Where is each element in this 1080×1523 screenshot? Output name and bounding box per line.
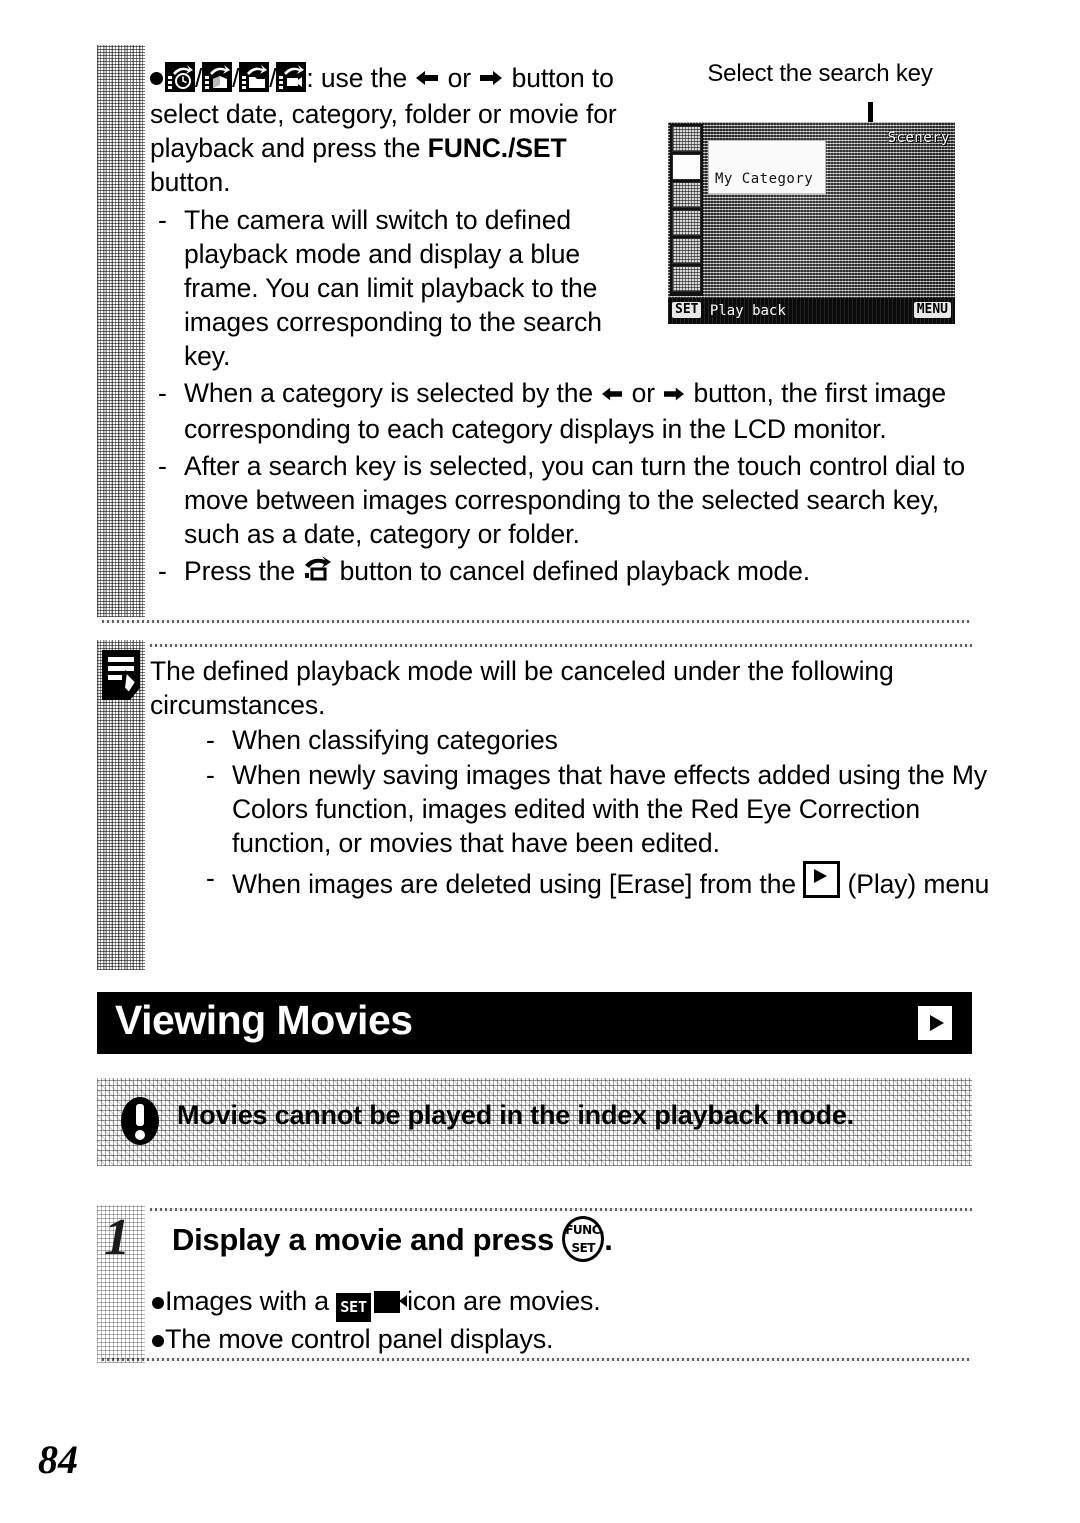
- jump-instruction-tail: button.: [150, 167, 231, 197]
- dash-marker: -: [158, 556, 167, 586]
- category-cat1-icon[interactable]: [672, 238, 701, 264]
- note-item-2: - When newly saving images that have eff…: [198, 758, 992, 860]
- dash-item-3: - After a search key is selected, you ca…: [150, 449, 999, 551]
- step-1-bullet-1-before: Images with a: [165, 1286, 329, 1316]
- separator-slash: /: [195, 63, 203, 93]
- category-scenery-icon[interactable]: [672, 182, 701, 208]
- step-number: 1: [104, 1209, 130, 1266]
- lcd-category-popup: My Category: [708, 140, 826, 194]
- lcd-menu-hint: MENU: [913, 302, 951, 319]
- dash-item-1: - The camera will switch to defined play…: [150, 203, 654, 373]
- jump-category-icon: [202, 62, 233, 92]
- note-pencil-icon: [100, 648, 142, 702]
- section-divider-1: [102, 620, 970, 623]
- margin-texture-strip-1: [97, 45, 145, 617]
- note-item-1: - When classifying categories: [198, 723, 992, 757]
- bullet-dot-icon: [152, 1297, 164, 1309]
- caution-box: Movies cannot be played in the index pla…: [97, 1078, 972, 1166]
- lcd-bottom-bar: SET Play back MENU: [668, 298, 955, 324]
- dash-item-4-text-part2: button to cancel defined playback mode.: [339, 556, 811, 586]
- bullet-dot-icon: [150, 72, 163, 85]
- step-1-heading-text: Display a movie and press: [172, 1222, 554, 1257]
- dash-marker: -: [206, 863, 215, 893]
- note-item-1-text: When classifying categories: [232, 725, 558, 755]
- right-arrow-icon: [662, 378, 686, 412]
- lcd-scenery-label: Scenery: [887, 130, 950, 146]
- jump-button-icon: [302, 556, 332, 590]
- step-1-bullet-2: The move control panel displays.: [152, 1320, 972, 1358]
- caution-text: Movies cannot be played in the index pla…: [177, 1100, 854, 1130]
- or-text: or: [447, 63, 472, 93]
- note-top-rule: [150, 644, 972, 647]
- document-page: / / /: use the or button to select date, c…: [0, 0, 1080, 1523]
- dash-marker: -: [158, 378, 167, 408]
- movie-camera-glyph: [373, 1291, 407, 1313]
- jump-movie-icon: [276, 62, 307, 92]
- or-text: or: [631, 378, 655, 408]
- func-set-term: FUNC./SET: [427, 133, 567, 163]
- jump-bullet-paragraph: / / /: use the or button to select date, c…: [150, 45, 630, 199]
- left-arrow-icon: [414, 63, 440, 97]
- step-1-bullet-1: Images with a SET icon are movies.: [152, 1282, 972, 1322]
- step1-top-rule: [150, 1208, 972, 1211]
- step-1-bullet-2-text: The move control panel displays.: [165, 1324, 554, 1354]
- dash-marker: -: [158, 205, 167, 235]
- dash-marker: -: [206, 725, 215, 755]
- lcd-set-playback-hint: SET Play back: [672, 302, 786, 319]
- lcd-menu-key: MENU: [913, 302, 951, 318]
- func-set-bottom-label: SET: [571, 1241, 595, 1255]
- movie-icon-set-label: SET: [336, 1293, 371, 1322]
- category-all-icon[interactable]: [672, 126, 701, 152]
- dash-item-2-text-part1: When a category is selected by the: [184, 378, 594, 408]
- step-1-heading: Display a movie and press FUNC. SET .: [172, 1216, 972, 1262]
- separator-slash: /: [232, 63, 240, 93]
- step-1-block: Display a movie and press FUNC. SET . Im…: [150, 1216, 972, 1374]
- jump-folder-icon: [239, 62, 270, 92]
- left-arrow-icon: [600, 378, 624, 412]
- play-mode-icon: [803, 861, 841, 898]
- page-number: 84: [38, 1437, 78, 1482]
- dash-item-4: - Press the button to cancel defined pla…: [150, 554, 999, 590]
- dash-item-1-text: The camera will switch to defined playba…: [184, 205, 602, 371]
- lcd-popup-label: My Category: [715, 171, 814, 187]
- lcd-playback-label: Play back: [709, 303, 786, 319]
- category-events-icon[interactable]: [672, 210, 701, 236]
- lcd-category-sidebar[interactable]: [670, 124, 703, 296]
- step-1-bullet-1-after: icon are movies.: [407, 1286, 601, 1316]
- note-intro-text: The defined playback mode will be cancel…: [150, 656, 894, 720]
- bullet-dot-icon: [152, 1335, 164, 1347]
- separator-slash: /: [269, 63, 277, 93]
- dash-item-2: - When a category is selected by the or …: [150, 376, 999, 446]
- play-mode-icon: [918, 1006, 952, 1040]
- step-1-heading-period: .: [604, 1222, 613, 1257]
- category-people-icon[interactable]: [672, 154, 701, 180]
- dash-item-3-text: After a search key is selected, you can …: [184, 451, 966, 549]
- category-task-icon[interactable]: [672, 266, 701, 292]
- dash-item-4-text-part1: Press the: [184, 556, 296, 586]
- section-banner-viewing-movies: Viewing Movies: [97, 992, 972, 1054]
- note-box: The defined playback mode will be cancel…: [150, 654, 989, 984]
- note-item-2-text: When newly saving images that have effec…: [232, 760, 987, 858]
- dash-marker: -: [206, 760, 215, 790]
- jump-date-icon: [165, 62, 195, 92]
- lcd-set-key: SET: [672, 302, 702, 318]
- right-arrow-icon: [478, 63, 504, 97]
- note-item-3-text: When images are deleted using [Erase] fr…: [232, 869, 796, 899]
- camera-lcd-figure: Select the search key My Category Scener…: [660, 60, 970, 324]
- movie-icon: SET: [336, 1291, 407, 1322]
- func-set-top-label: FUNC.: [565, 1223, 605, 1237]
- jump-colon-use-text: : use the: [306, 63, 408, 93]
- figure-caption: Select the search key: [707, 60, 933, 87]
- camera-lcd-screen: My Category Scenery SET Play back MENU: [668, 122, 955, 324]
- note-item-3-tail: (Play) menu: [847, 869, 990, 899]
- exclamation-icon: [120, 1096, 160, 1146]
- dash-marker: -: [158, 451, 167, 481]
- banner-title: Viewing Movies: [115, 997, 413, 1043]
- func-set-button-icon: FUNC. SET: [562, 1216, 605, 1262]
- note-item-3: - When images are deleted using [Erase] …: [198, 861, 992, 901]
